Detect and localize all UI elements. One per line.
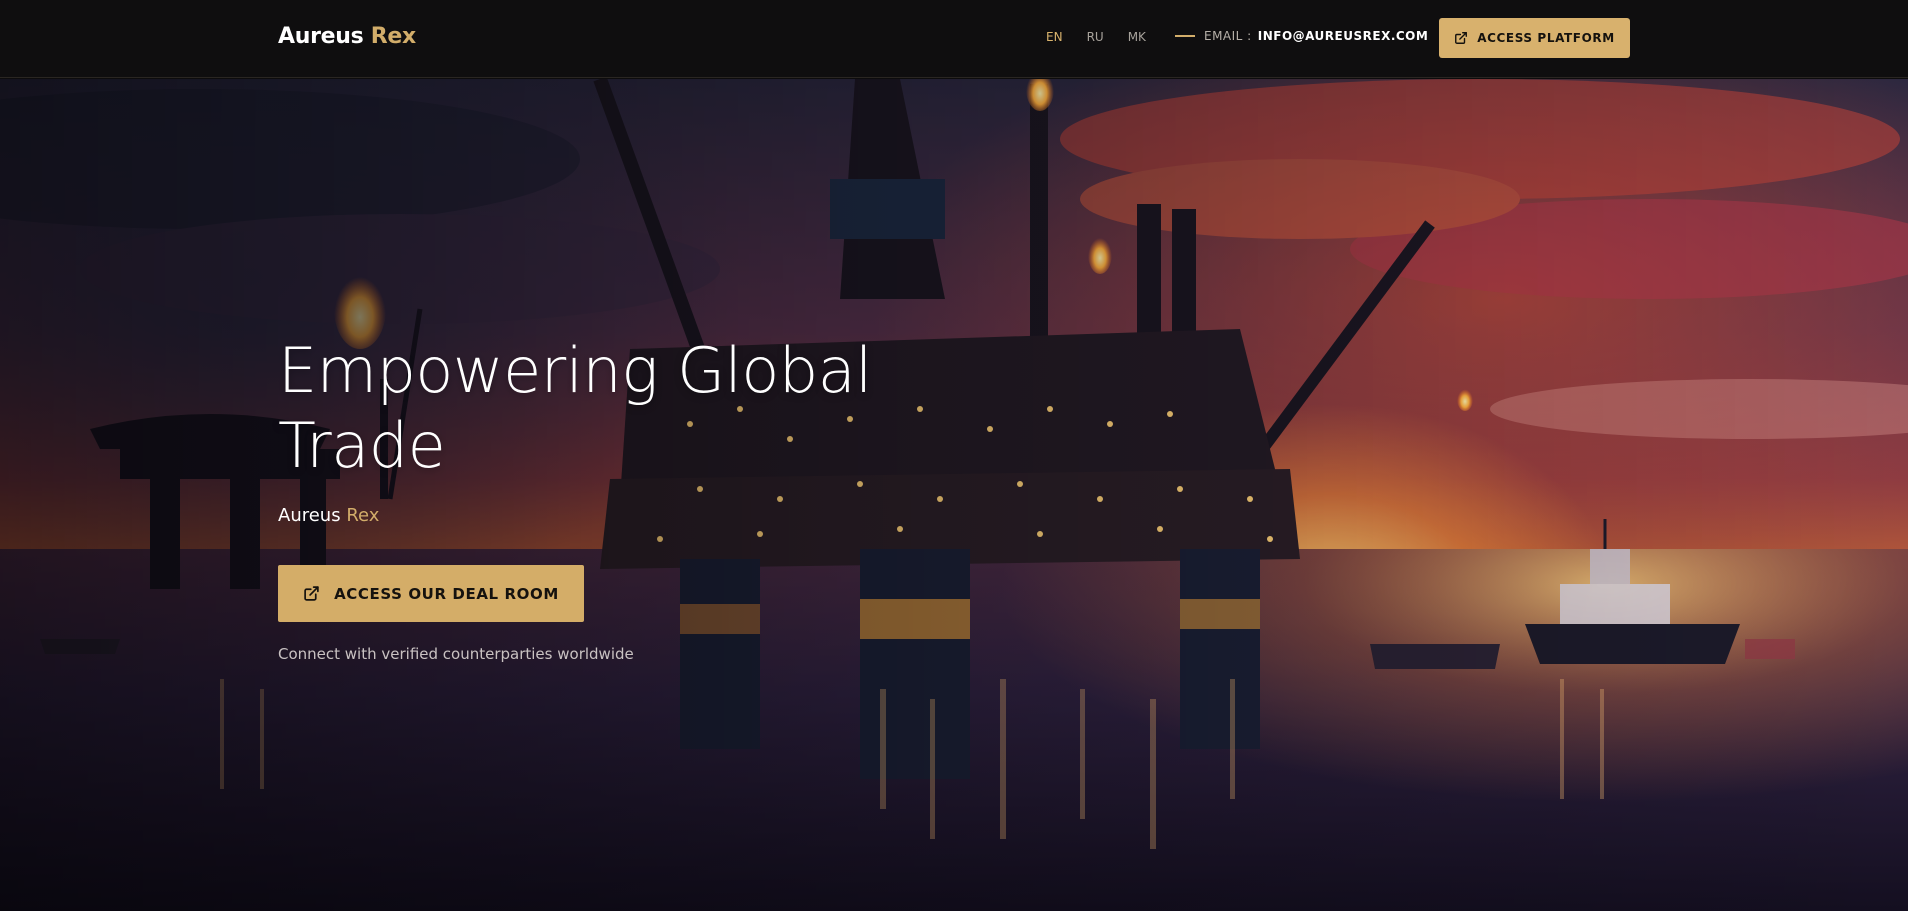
email-label: EMAIL : <box>1204 29 1252 43</box>
language-switcher: EN RU MK <box>1046 30 1146 44</box>
external-link-icon <box>1455 32 1468 44</box>
lang-ru[interactable]: RU <box>1087 30 1104 44</box>
brand-logo[interactable]: Aureus Rex <box>278 24 416 49</box>
access-deal-room-button[interactable]: ACCESS OUR DEAL ROOM <box>278 565 584 622</box>
hero-brand-word-1: Aureus <box>278 505 341 526</box>
hero-section: Empowering Global Trade Aureus Rex ACCES… <box>0 79 1908 911</box>
lang-mk[interactable]: MK <box>1128 30 1146 44</box>
email-link[interactable]: INFO@AUREUSREX.COM <box>1258 29 1429 43</box>
lang-en[interactable]: EN <box>1046 30 1063 44</box>
brand-word-1: Aureus <box>278 24 364 49</box>
access-platform-button[interactable]: ACCESS PLATFORM <box>1439 18 1630 58</box>
access-deal-room-label: ACCESS OUR DEAL ROOM <box>334 584 559 603</box>
external-link-icon <box>304 586 319 601</box>
brand-word-2: Rex <box>370 24 416 49</box>
email-divider <box>1175 35 1195 37</box>
access-platform-label: ACCESS PLATFORM <box>1477 31 1615 45</box>
site-header: Aureus Rex EN RU MK EMAIL : INFO@AUREUSR… <box>0 0 1908 78</box>
hero-title: Empowering Global Trade <box>278 333 898 483</box>
offshore-oil-platform-sunset-image <box>0 79 1908 911</box>
hero-brand: Aureus Rex <box>278 505 379 526</box>
hero-title-line-2: Trade <box>278 409 446 482</box>
hero-brand-word-2: Rex <box>346 505 380 526</box>
contact-email: EMAIL : INFO@AUREUSREX.COM <box>1175 29 1428 43</box>
hero-subtitle: Connect with verified counterparties wor… <box>278 645 634 663</box>
hero-title-line-1: Empowering Global <box>278 334 872 407</box>
